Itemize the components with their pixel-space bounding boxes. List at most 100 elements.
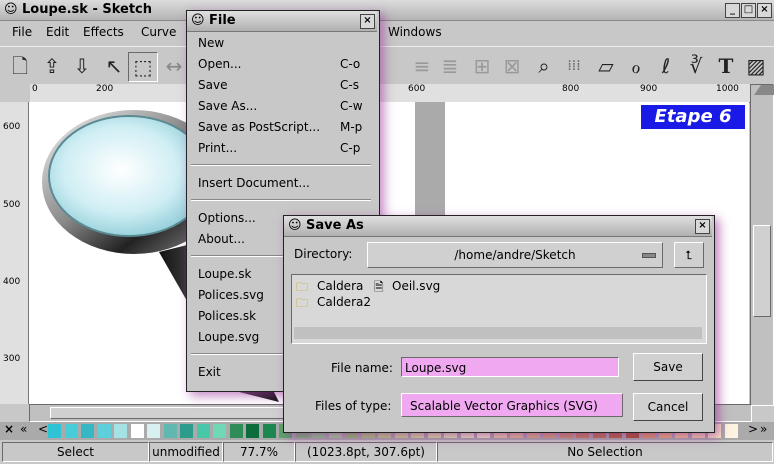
menu-file[interactable]: File [12, 25, 32, 39]
cancel-button[interactable]: Cancel [633, 393, 703, 421]
color-swatch[interactable] [97, 424, 111, 438]
menu-item-recent-file[interactable]: Polices.sk [198, 306, 256, 326]
grid-icon[interactable]: ⁞⁞⁞ [560, 52, 588, 80]
curve-icon[interactable]: ℓ [652, 52, 680, 80]
ruler-tick: 600 [3, 122, 21, 132]
app-icon[interactable]: ☺ [4, 2, 18, 17]
shortcut: M-p [340, 120, 363, 134]
rect-icon[interactable]: ▱ [592, 52, 620, 80]
ellipse-icon[interactable]: ℴ [622, 52, 650, 80]
new-doc-icon[interactable]: 🗋 [6, 52, 34, 80]
shortcut: C-p [340, 141, 361, 155]
color-swatch[interactable] [48, 424, 61, 438]
minimize-button[interactable]: _ [725, 3, 740, 18]
vertical-scroll-thumb[interactable] [753, 225, 771, 317]
file-type-label: Files of type: [315, 399, 392, 413]
palette-first-button[interactable]: « [20, 422, 27, 436]
menu-item-recent-file[interactable]: Loupe.svg [198, 327, 259, 347]
menu-item-save-as[interactable]: Save As... [198, 96, 257, 116]
ruler-tick: 0 [32, 84, 38, 94]
color-swatch[interactable] [213, 424, 226, 438]
menu-effects[interactable]: Effects [83, 25, 124, 39]
menu-item-save-postscript[interactable]: Save as PostScript... [198, 117, 320, 137]
align-icon[interactable]: ≡ [408, 52, 436, 80]
color-swatch[interactable] [114, 424, 127, 438]
open-icon[interactable]: ⇪ [38, 52, 66, 80]
pen-icon[interactable]: ∛ [682, 52, 710, 80]
ungroup-icon[interactable]: ⊠ [498, 52, 526, 80]
menu-item-print[interactable]: Print... [198, 138, 237, 158]
file-menu-title: File [209, 13, 236, 28]
edit-icon[interactable]: ⬚ [128, 52, 158, 82]
ruler-tick: 600 [408, 84, 426, 94]
menu-item-new[interactable]: New [198, 33, 224, 53]
app-icon: ☺ [288, 218, 302, 233]
menu-curve[interactable]: Curve [141, 25, 176, 39]
window-titlebar: ☺ Loupe.sk - Sketch _ □ × [0, 0, 774, 21]
menu-item-exit[interactable]: Exit [198, 362, 221, 382]
parent-folder-button[interactable]: ⮤ [674, 242, 704, 268]
color-swatch[interactable] [147, 424, 160, 438]
file-list-item[interactable]: Caldera [317, 279, 363, 293]
close-button[interactable]: × [757, 3, 772, 18]
file-type-select[interactable]: Scalable Vector Graphics (SVG) [401, 393, 623, 417]
menu-item-recent-file[interactable]: Loupe.sk [198, 264, 251, 284]
align2-icon[interactable]: ≣ [436, 52, 464, 80]
color-swatch[interactable] [64, 424, 78, 438]
menu-windows[interactable]: Windows [388, 25, 442, 39]
color-swatch[interactable] [196, 424, 210, 438]
status-zoom: 77.7% [223, 442, 295, 462]
text-icon[interactable]: T [712, 52, 740, 80]
menubar: File Edit Effects Curve Windows [0, 22, 774, 44]
maximize-button[interactable]: □ [741, 3, 756, 18]
file-list[interactable]: 🗀 Caldera 🗎 Oeil.svg 🗀 Caldera2 [291, 274, 707, 344]
color-swatch[interactable] [262, 424, 276, 438]
scroll-up-icon[interactable] [754, 85, 774, 95]
palette-prev-button[interactable]: < [38, 422, 48, 436]
toolbar: 🗋 ⇪ ⇩ ↖ ⬚ ↔ ≡ ≣ ⊞ ⊠ ⌕ ⁞⁞⁞ ▱ ℴ ℓ ∛ T ▨ [0, 46, 774, 85]
color-swatch[interactable] [229, 424, 243, 438]
palette-next-button[interactable]: > [748, 422, 758, 436]
folder-up-icon: ⮤ [685, 248, 693, 262]
close-icon[interactable]: × [695, 219, 710, 234]
file-list-item[interactable]: Caldera2 [317, 295, 371, 309]
color-swatch[interactable] [163, 424, 177, 438]
horizontal-scroll-thumb[interactable] [50, 407, 312, 419]
undo-icon[interactable]: ↔ [160, 52, 188, 80]
menu-item-insert-document[interactable]: Insert Document... [198, 173, 310, 193]
vertical-scrollbar[interactable] [750, 84, 774, 406]
menu-item-about[interactable]: About... [198, 229, 245, 249]
save-dialog-title: Save As [306, 218, 364, 233]
save-dialog-titlebar: ☺ Save As × [284, 216, 712, 237]
menu-item-save[interactable]: Save [198, 75, 227, 95]
menu-item-recent-file[interactable]: Polices.svg [198, 285, 264, 305]
color-swatch[interactable] [180, 424, 193, 438]
palette-last-button[interactable]: » [760, 422, 767, 436]
ruler-tick: 400 [3, 277, 21, 287]
file-name-input[interactable]: Loupe.svg [401, 357, 619, 377]
file-list-scrollbar[interactable] [294, 327, 702, 339]
color-swatch[interactable] [724, 424, 738, 438]
step-banner: Etape 6 [641, 105, 745, 129]
image-icon[interactable]: ▨ [742, 52, 770, 80]
status-coords: (1023.8pt, 307.6pt) [295, 442, 437, 462]
ruler-tick: 900 [640, 84, 658, 94]
file-list-item[interactable]: Oeil.svg [392, 279, 440, 293]
close-icon[interactable]: × [360, 14, 375, 29]
directory-select[interactable]: /home/andre/Sketch [367, 242, 663, 268]
no-color-button[interactable]: × [4, 422, 14, 436]
save-button[interactable]: Save [633, 353, 703, 381]
menu-item-options[interactable]: Options... [198, 208, 256, 228]
directory-value: /home/andre/Sketch [454, 248, 576, 262]
menu-edit[interactable]: Edit [46, 25, 69, 39]
select-icon[interactable]: ↖ [100, 52, 128, 80]
color-swatch[interactable] [130, 424, 144, 438]
save-icon[interactable]: ⇩ [68, 52, 96, 80]
menu-item-open[interactable]: Open... [198, 54, 242, 74]
ruler-tick: 300 [3, 354, 21, 364]
group-icon[interactable]: ⊞ [468, 52, 496, 80]
color-swatch[interactable] [81, 424, 94, 438]
color-swatch[interactable] [246, 424, 259, 438]
file-menu-titlebar: ☺ File × [187, 11, 377, 32]
zoom-icon[interactable]: ⌕ [530, 52, 558, 80]
